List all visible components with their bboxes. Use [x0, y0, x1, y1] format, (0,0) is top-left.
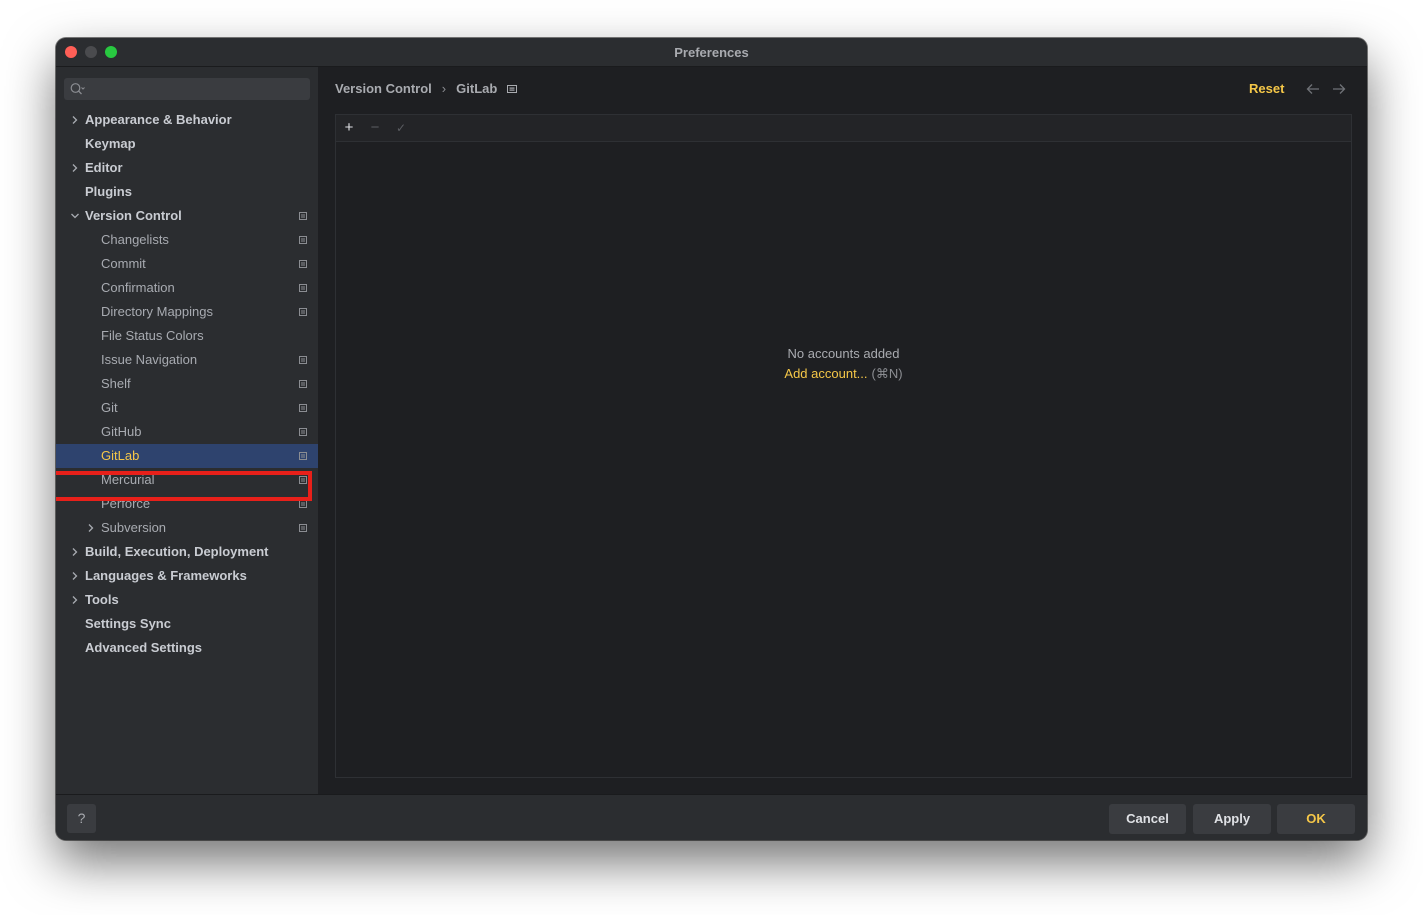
sidebar-item-label: GitHub	[101, 424, 142, 439]
project-scope-icon	[299, 428, 307, 436]
selection-highlight-box	[56, 471, 312, 501]
apply-button[interactable]: Apply	[1193, 804, 1271, 834]
project-scope-icon	[299, 284, 307, 292]
breadcrumb-version-control[interactable]: Version Control	[335, 81, 432, 96]
project-scope-icon	[299, 236, 307, 244]
set-default-account-button[interactable]: ✓	[392, 119, 410, 137]
chevron-right-icon[interactable]	[70, 588, 80, 612]
sidebar-item-gitlab[interactable]: GitLab	[56, 444, 318, 468]
ok-button[interactable]: OK	[1277, 804, 1355, 834]
chevron-right-icon[interactable]	[70, 108, 80, 132]
help-button[interactable]: ?	[67, 804, 96, 833]
project-scope-icon	[299, 500, 307, 508]
sidebar-item-label: Languages & Frameworks	[85, 568, 247, 583]
sidebar-item-label: Advanced Settings	[85, 640, 203, 655]
window-title: Preferences	[674, 45, 749, 60]
project-scope-icon	[299, 260, 307, 268]
sidebar-item-editor[interactable]: Editor	[56, 156, 318, 180]
reset-button[interactable]: Reset	[1249, 81, 1284, 96]
sidebar-item-keymap[interactable]: Keymap	[56, 132, 318, 156]
breadcrumb-separator: ›	[441, 81, 447, 96]
sidebar-item-label: Version Control	[85, 208, 182, 223]
project-scope-icon	[299, 404, 307, 412]
sidebar-item-label: Subversion	[101, 520, 167, 535]
sidebar-item-commit[interactable]: Commit	[56, 252, 318, 276]
chevron-right-icon[interactable]	[86, 516, 96, 540]
empty-state-message: No accounts added	[787, 346, 900, 361]
project-scope-icon	[299, 356, 307, 364]
sidebar-item-label: Commit	[101, 256, 146, 271]
project-scope-icon	[299, 524, 307, 532]
breadcrumb-gitlab: GitLab	[456, 81, 498, 96]
sidebar-item-label: Directory Mappings	[101, 304, 213, 319]
arrow-left-icon[interactable]	[1306, 82, 1320, 98]
sidebar-item-advanced-settings[interactable]: Advanced Settings	[56, 636, 318, 660]
sidebar-item-label: Changelists	[101, 232, 169, 247]
accounts-panel: + − ✓ No accounts added Add account... (⌘…	[335, 114, 1352, 778]
sidebar-item-confirmation[interactable]: Confirmation	[56, 276, 318, 300]
chevron-right-icon[interactable]	[70, 564, 80, 588]
sidebar-item-label: Issue Navigation	[101, 352, 198, 367]
chevron-down-icon[interactable]	[70, 204, 80, 228]
remove-account-button[interactable]: −	[366, 119, 384, 137]
sidebar-item-version-control[interactable]: Version Control	[56, 204, 318, 228]
project-scope-icon	[299, 212, 307, 220]
project-scope-icon	[299, 452, 307, 460]
project-scope-icon	[507, 84, 518, 93]
dialog-footer: ? Cancel Apply OK	[56, 794, 1367, 840]
title-bar: Preferences	[56, 38, 1367, 67]
sidebar-item-github[interactable]: GitHub	[56, 420, 318, 444]
breadcrumb: Version Control › GitLab	[335, 81, 518, 96]
sidebar-item-git[interactable]: Git	[56, 396, 318, 420]
settings-content: Version Control › GitLab Reset + − ✓ No …	[319, 67, 1367, 794]
project-scope-icon	[299, 380, 307, 388]
sidebar-item-label: Keymap	[85, 136, 136, 151]
project-scope-icon	[299, 308, 307, 316]
preferences-window: Preferences Appearance & Behavior Keymap E…	[56, 38, 1367, 840]
add-account-link[interactable]: Add account...	[784, 366, 867, 381]
chevron-right-icon[interactable]	[70, 540, 80, 564]
sidebar-item-directory-mappings[interactable]: Directory Mappings	[56, 300, 318, 324]
sidebar-item-languages-frameworks[interactable]: Languages & Frameworks	[56, 564, 318, 588]
sidebar-item-file-status-colors[interactable]: File Status Colors	[56, 324, 318, 348]
sidebar-item-label: Shelf	[101, 376, 131, 391]
sidebar-item-label: Appearance & Behavior	[85, 112, 232, 127]
sidebar-item-label: Tools	[85, 592, 119, 607]
sidebar-item-settings-sync[interactable]: Settings Sync	[56, 612, 318, 636]
sidebar-item-changelists[interactable]: Changelists	[56, 228, 318, 252]
cancel-button[interactable]: Cancel	[1109, 804, 1186, 834]
sidebar-item-appearance-behavior[interactable]: Appearance & Behavior	[56, 108, 318, 132]
sidebar-item-label: File Status Colors	[101, 328, 204, 343]
sidebar-item-label: Confirmation	[101, 280, 175, 295]
sidebar-item-label: Git	[101, 400, 118, 415]
sidebar-item-label: GitLab	[101, 448, 140, 463]
sidebar-item-label: Editor	[85, 160, 123, 175]
chevron-right-icon[interactable]	[70, 156, 80, 180]
sidebar-item-subversion[interactable]: Subversion	[56, 516, 318, 540]
accounts-toolbar: + − ✓	[336, 115, 1351, 142]
sidebar-item-tools[interactable]: Tools	[56, 588, 318, 612]
sidebar-item-build-execution-deployment[interactable]: Build, Execution, Deployment	[56, 540, 318, 564]
settings-search-input[interactable]	[64, 78, 310, 100]
sidebar-item-label: Plugins	[85, 184, 132, 199]
sidebar-item-label: Settings Sync	[85, 616, 171, 631]
arrow-right-icon[interactable]	[1332, 82, 1346, 98]
sidebar-item-issue-navigation[interactable]: Issue Navigation	[56, 348, 318, 372]
sidebar-item-label: Build, Execution, Deployment	[85, 544, 269, 559]
empty-state-actions: Add account... (⌘N)	[336, 366, 1351, 382]
sidebar-item-shelf[interactable]: Shelf	[56, 372, 318, 396]
sidebar-item-plugins[interactable]: Plugins	[56, 180, 318, 204]
search-icon	[70, 83, 85, 95]
add-account-shortcut: (⌘N)	[871, 366, 903, 381]
settings-sidebar: Appearance & Behavior Keymap Editor Plugins…	[56, 67, 319, 794]
add-account-button[interactable]: +	[340, 119, 358, 137]
